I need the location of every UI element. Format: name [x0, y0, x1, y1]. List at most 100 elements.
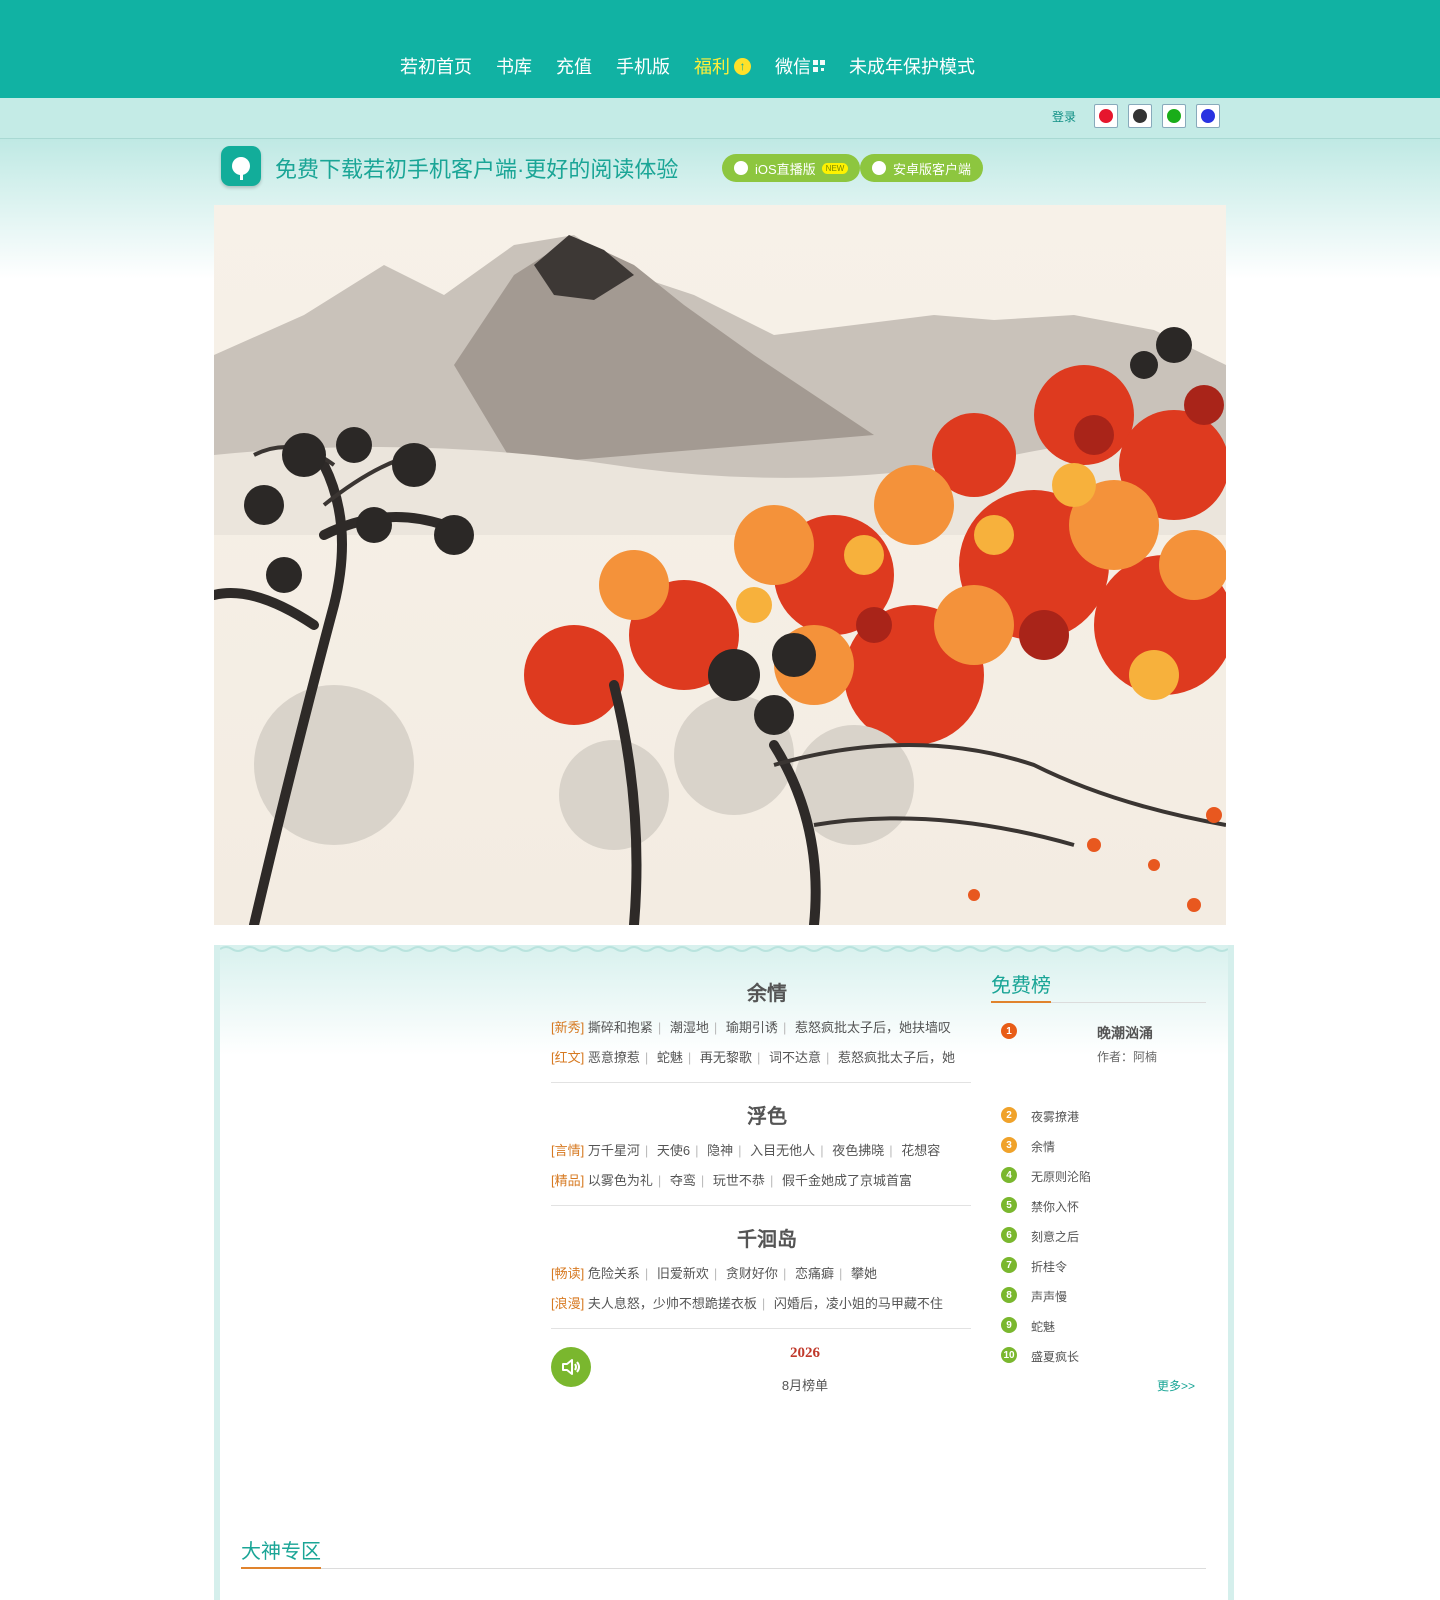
recommend-block-yuqing: 余情 [新秀] 撕碎和抱紧 | 潮湿地 | 瑜期引诱 | 惹怒疯批太子后，她扶墙叹 [… [551, 977, 971, 1083]
rank-book-link[interactable]: 刻意之后 [1031, 1228, 1079, 1245]
section-rule-accent [241, 1567, 321, 1569]
book-link[interactable]: 以雾色为礼 [588, 1173, 653, 1188]
wechat-login-button[interactable] [1162, 104, 1186, 128]
category-tag[interactable]: [言情] [551, 1143, 584, 1158]
login-link[interactable]: 登录 [1052, 108, 1076, 125]
book-link[interactable]: 隐神 [707, 1143, 733, 1158]
book-link[interactable]: 惹怒疯批太子后，她扶墙叹 [795, 1020, 951, 1035]
book-link[interactable]: 旧爱新欢 [657, 1266, 709, 1281]
nav-welfare-label: 福利 [694, 57, 730, 77]
free-rank-rule-accent [991, 1001, 1051, 1003]
book-link[interactable]: 词不达意 [769, 1050, 821, 1065]
book-link[interactable]: 瑜期引诱 [726, 1020, 778, 1035]
rank-number: 7 [1001, 1257, 1017, 1273]
category-tag[interactable]: [畅读] [551, 1266, 584, 1281]
rank-number: 9 [1001, 1317, 1017, 1333]
book-link[interactable]: 再无黎歌 [700, 1050, 752, 1065]
content-panel: 余情 [新秀] 撕碎和抱紧 | 潮湿地 | 瑜期引诱 | 惹怒疯批太子后，她扶墙叹 [… [214, 945, 1234, 1600]
recommend-row: [新秀] 撕碎和抱紧 | 潮湿地 | 瑜期引诱 | 惹怒疯批太子后，她扶墙叹 [551, 1020, 951, 1035]
recommend-block-fuse: 浮色 [言情] 万千星河 | 天使6 | 隐神 | 入目无他人 | 夜色拂晓 | 花想容 … [551, 1100, 971, 1206]
baidu-icon [1201, 109, 1215, 123]
nav-recharge[interactable]: 充值 [556, 53, 592, 79]
book-link[interactable]: 危险关系 [588, 1266, 640, 1281]
weibo-login-button[interactable] [1094, 104, 1118, 128]
login-bar: 登录 [0, 98, 1440, 139]
book-link[interactable]: 攀她 [851, 1266, 877, 1281]
android-download-button[interactable]: 安卓版客户端 [860, 154, 984, 182]
ranking-year: 2026 [790, 1345, 820, 1361]
category-tag[interactable]: [浪漫] [551, 1296, 584, 1311]
rank-number: 5 [1001, 1197, 1017, 1213]
book-link[interactable]: 恋痛癖 [795, 1266, 834, 1281]
top-nav-bar: 若初首页 书库 充值 手机版 福利 ↑ 微信 未成年保护模式 [0, 0, 1440, 98]
book-link[interactable]: 假千金她成了京城首富 [782, 1173, 912, 1188]
baidu-login-button[interactable] [1196, 104, 1220, 128]
section-rule [241, 1568, 1206, 1569]
landscape-painting [214, 205, 1226, 925]
book-link[interactable]: 入目无他人 [750, 1143, 815, 1158]
android-icon [872, 161, 886, 175]
category-tag[interactable]: [红文] [551, 1050, 584, 1065]
weibo-icon [1099, 109, 1113, 123]
recommend-row: [精品] 以雾色为礼 | 夺鸾 | 玩世不恭 | 假千金她成了京城首富 [551, 1173, 912, 1188]
recommend-row: [浪漫] 夫人息怒，少帅不想跪搓衣板 | 闪婚后，凌小姐的马甲藏不住 [551, 1296, 943, 1311]
book-link[interactable]: 撕碎和抱紧 [588, 1020, 653, 1035]
nav-home[interactable]: 若初首页 [400, 53, 472, 79]
free-rank-title: 免费榜 [991, 975, 1051, 997]
main-nav: 若初首页 书库 充值 手机版 福利 ↑ 微信 未成年保护模式 [400, 52, 999, 80]
more-link[interactable]: 更多>> [1157, 1377, 1195, 1394]
book-link[interactable]: 闪婚后，凌小姐的马甲藏不住 [774, 1296, 943, 1311]
android-download-label: 安卓版客户端 [893, 161, 972, 177]
recommend-row: [言情] 万千星河 | 天使6 | 隐神 | 入目无他人 | 夜色拂晓 | 花想容 [551, 1143, 941, 1158]
book-link[interactable]: 花想容 [901, 1143, 940, 1158]
book-link[interactable]: 夫人息怒，少帅不想跪搓衣板 [588, 1296, 757, 1311]
login-area: 登录 [1052, 104, 1220, 128]
rank-book-link[interactable]: 声声慢 [1031, 1288, 1067, 1305]
recommend-title[interactable]: 浮色 [563, 1100, 971, 1129]
book-link[interactable]: 万千星河 [588, 1143, 640, 1158]
rank-number: 8 [1001, 1287, 1017, 1303]
nav-wechat-label: 微信 [775, 57, 811, 77]
rank-book-link[interactable]: 折桂令 [1031, 1258, 1067, 1275]
category-tag[interactable]: [新秀] [551, 1020, 584, 1035]
book-link[interactable]: 蛇魅 [657, 1050, 683, 1065]
book-link[interactable]: 惹怒疯批太子后，她 [838, 1050, 955, 1065]
book-link[interactable]: 潮湿地 [670, 1020, 709, 1035]
rank-book-link[interactable]: 蛇魅 [1031, 1318, 1055, 1335]
book-link[interactable]: 贪财好你 [726, 1266, 778, 1281]
speaker-icon[interactable] [551, 1347, 591, 1387]
book-link[interactable]: 天使6 [657, 1143, 690, 1158]
category-tag[interactable]: [精品] [551, 1173, 584, 1188]
block-divider [551, 1205, 971, 1206]
wechat-icon [1167, 109, 1181, 123]
nav-wechat[interactable]: 微信 [775, 53, 825, 79]
qq-login-button[interactable] [1128, 104, 1152, 128]
rank-number: 1 [1001, 1023, 1017, 1039]
up-arrow-icon: ↑ [734, 57, 751, 75]
book-link[interactable]: 玩世不恭 [713, 1173, 765, 1188]
ios-download-label: iOS直播版 [755, 161, 816, 177]
nav-welfare[interactable]: 福利 ↑ [694, 53, 751, 79]
ios-download-button[interactable]: iOS直播版 NEW [722, 154, 861, 182]
recommend-title[interactable]: 余情 [563, 977, 971, 1006]
nav-mobile[interactable]: 手机版 [616, 53, 670, 79]
monthly-ranking-link[interactable]: 8月榜单 [765, 1375, 845, 1394]
rank-book-link[interactable]: 余情 [1031, 1138, 1055, 1155]
rank-book-link[interactable]: 盛夏疯长 [1031, 1348, 1079, 1365]
nav-minor-mode[interactable]: 未成年保护模式 [849, 53, 975, 79]
wave-border [220, 946, 1228, 952]
hero-banner[interactable] [214, 205, 1226, 925]
recommend-title[interactable]: 千洄岛 [563, 1223, 971, 1252]
rank-book-link[interactable]: 禁你入怀 [1031, 1198, 1079, 1215]
section-title: 大神专区 [241, 1541, 321, 1563]
new-badge: NEW [821, 162, 849, 174]
book-link[interactable]: 夜色拂晓 [832, 1143, 884, 1158]
rank-book-link[interactable]: 夜雾撩港 [1031, 1108, 1079, 1125]
book-link[interactable]: 夺鸾 [670, 1173, 696, 1188]
nav-library[interactable]: 书库 [496, 53, 532, 79]
book-link[interactable]: 恶意撩惹 [588, 1050, 640, 1065]
app-logo[interactable] [221, 146, 261, 186]
rank-book-link[interactable]: 无原则沦陷 [1031, 1168, 1091, 1185]
rank-top-book[interactable]: 晚潮汹涌 [1097, 1023, 1153, 1043]
rank-top-author: 作者：阿楠 [1097, 1050, 1158, 1064]
